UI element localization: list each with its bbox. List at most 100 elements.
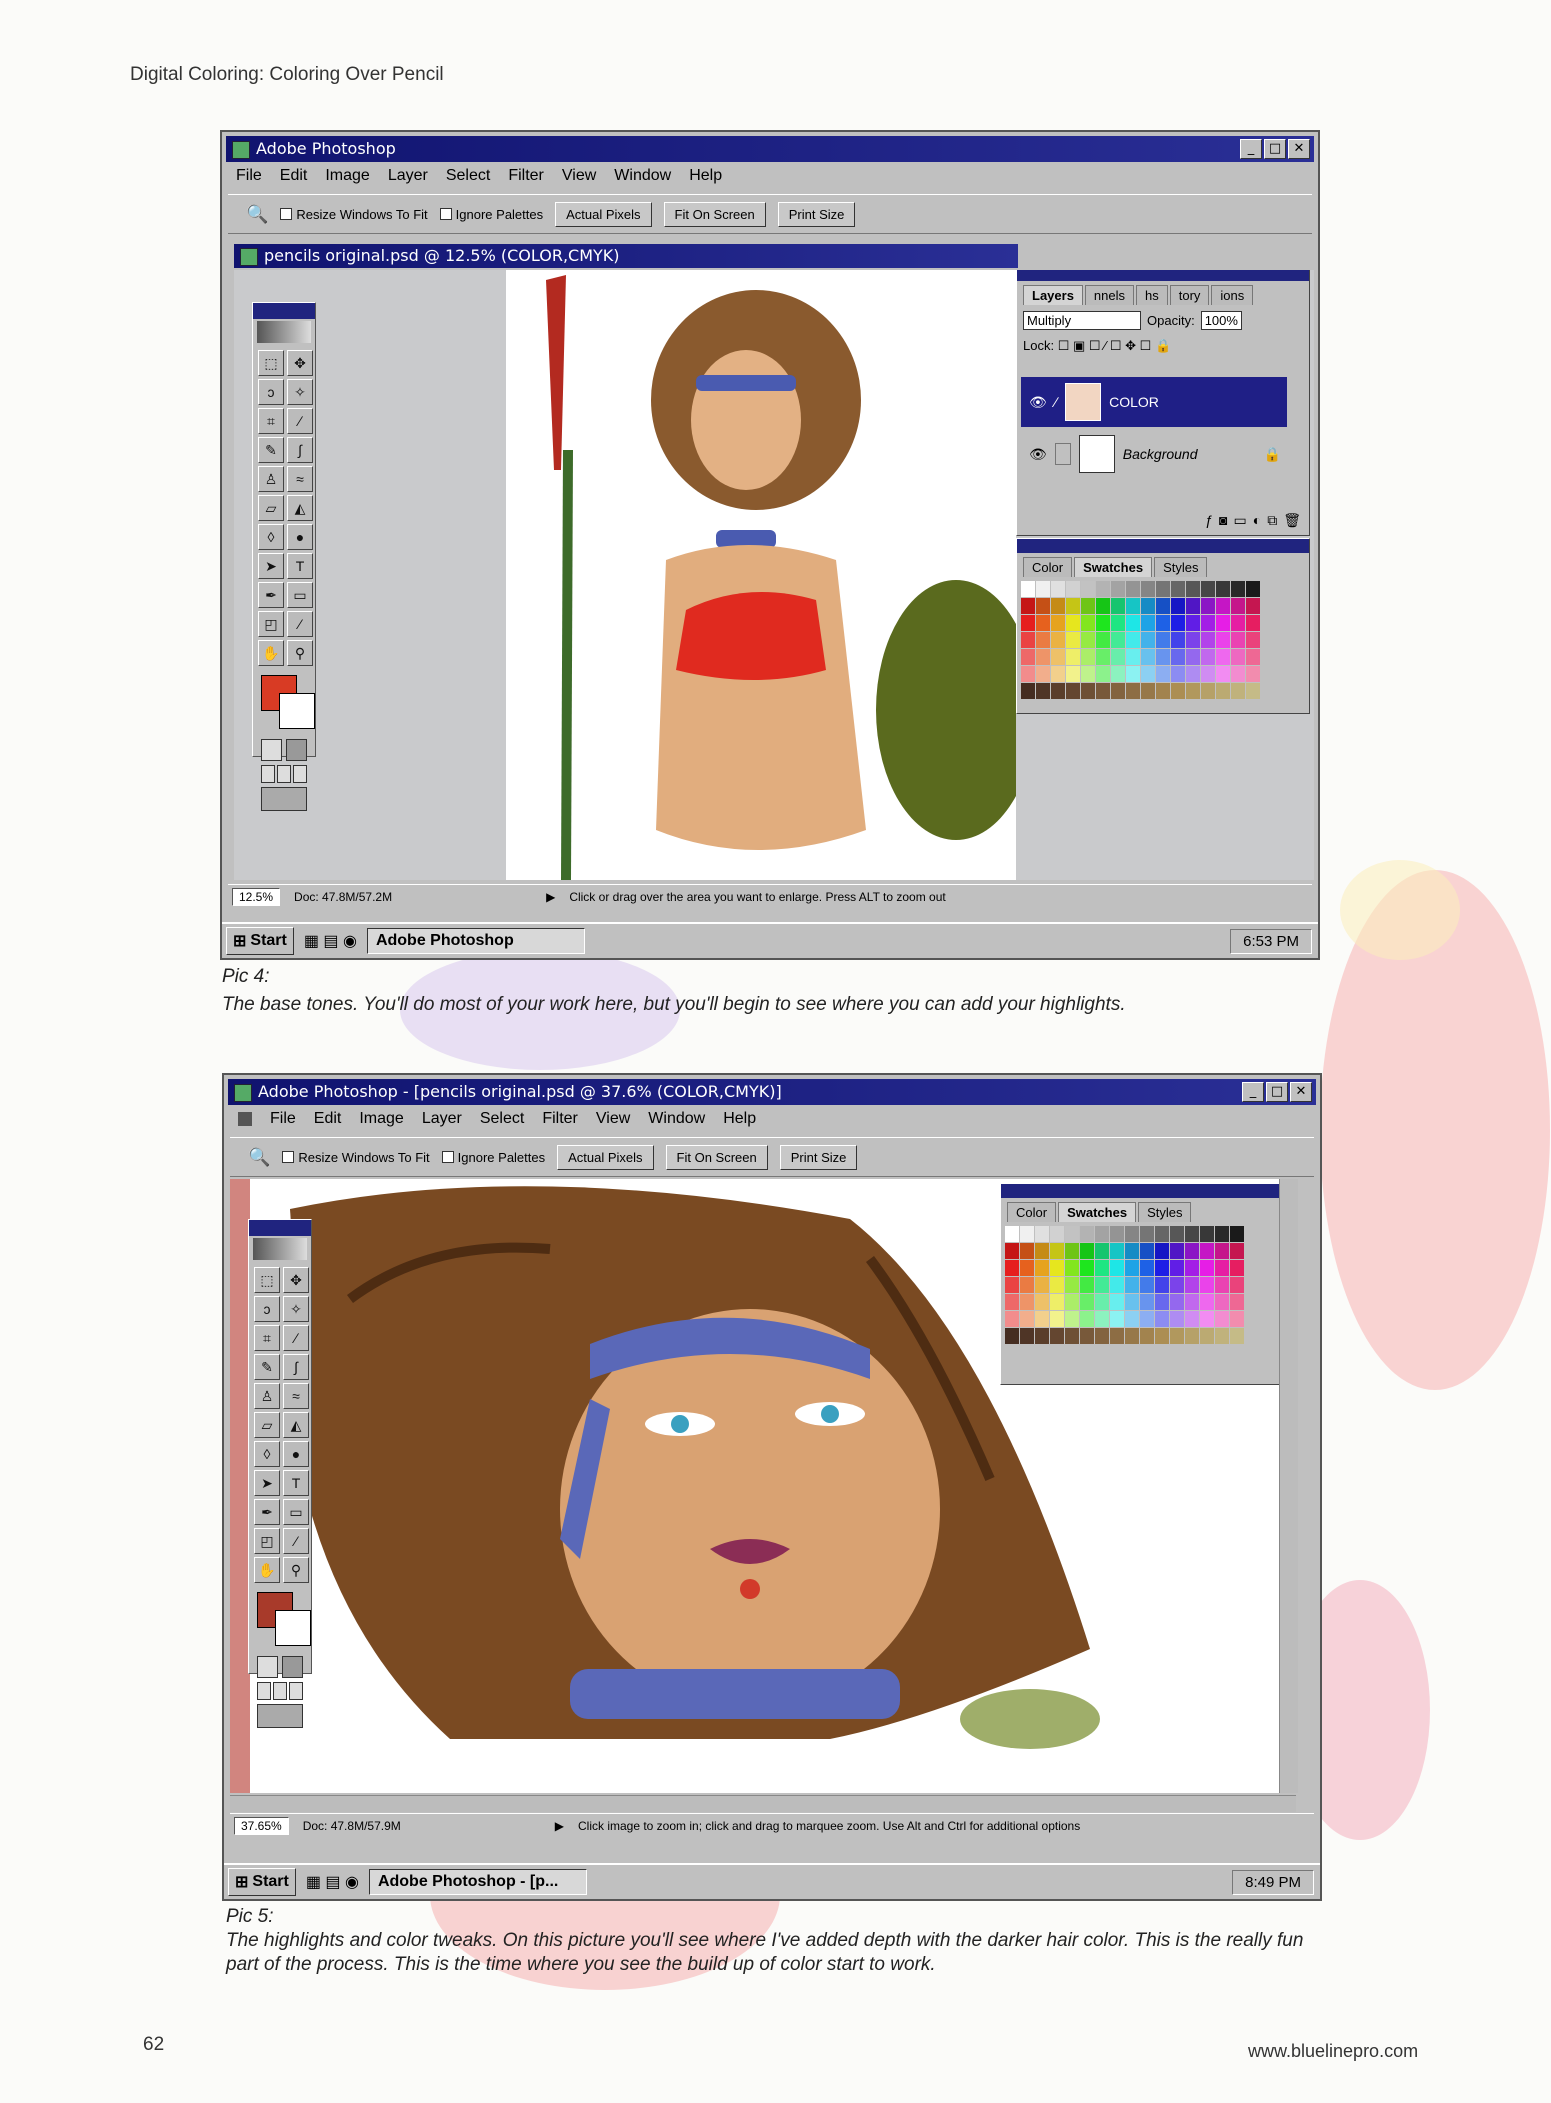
swatch-cell[interactable] [1185,1226,1199,1242]
swatch-cell[interactable] [1035,1294,1049,1310]
swatch-cell[interactable] [1005,1294,1019,1310]
swatch-cell[interactable] [1126,598,1140,614]
resize-windows-checkbox[interactable]: Resize Windows To Fit [282,1150,430,1165]
paint-bucket-tool-icon[interactable]: ◭ [283,1412,309,1438]
swatch-cell[interactable] [1035,1243,1049,1259]
swatch-cell[interactable] [1035,1311,1049,1327]
swatch-cell[interactable] [1051,649,1065,665]
brush-link-icon[interactable]: ∕ [1055,394,1057,410]
eyedropper-tool-icon[interactable]: ⁄ [287,611,313,637]
menu-help[interactable]: Help [723,1110,756,1128]
swatch-cell[interactable] [1065,1294,1079,1310]
menu-edit[interactable]: Edit [314,1110,342,1128]
swatch-cell[interactable] [1110,1277,1124,1293]
color-swatches[interactable] [261,675,315,735]
slice-tool-icon[interactable]: ∕ [283,1325,309,1351]
ignore-palettes-checkbox[interactable]: Ignore Palettes [439,207,543,222]
menu-window[interactable]: Window [614,167,671,185]
swatch-cell[interactable] [1170,1328,1184,1344]
menu-image[interactable]: Image [359,1110,403,1128]
swatch-cell[interactable] [1125,1260,1139,1276]
swatch-cell[interactable] [1005,1328,1019,1344]
swatch-cell[interactable] [1080,1311,1094,1327]
swatch-cell[interactable] [1200,1311,1214,1327]
swatch-cell[interactable] [1230,1328,1244,1344]
swatch-cell[interactable] [1186,598,1200,614]
shape-tool-icon[interactable]: ▭ [283,1499,309,1525]
path-select-tool-icon[interactable]: ➤ [254,1470,280,1496]
swatch-cell[interactable] [1065,1277,1079,1293]
swatch-cell[interactable] [1156,649,1170,665]
swatch-cell[interactable] [1066,649,1080,665]
swatch-cell[interactable] [1050,1328,1064,1344]
swatch-cell[interactable] [1201,666,1215,682]
layer-style-icon[interactable]: ƒ [1205,512,1213,529]
swatch-cell[interactable] [1110,1243,1124,1259]
swatch-cell[interactable] [1096,598,1110,614]
swatch-cell[interactable] [1185,1277,1199,1293]
swatch-cell[interactable] [1186,683,1200,699]
menu-select[interactable]: Select [480,1110,524,1128]
zoom-level-field[interactable]: 12.5% [232,887,281,906]
swatch-cell[interactable] [1036,683,1050,699]
menu-help[interactable]: Help [689,167,722,185]
swatch-cell[interactable] [1050,1277,1064,1293]
background-color-swatch[interactable] [275,1610,311,1646]
swatch-cell[interactable] [1110,1294,1124,1310]
swatch-cell[interactable] [1021,666,1035,682]
swatch-cell[interactable] [1096,683,1110,699]
swatch-cell[interactable] [1156,632,1170,648]
swatch-cell[interactable] [1111,615,1125,631]
path-select-tool-icon[interactable]: ➤ [258,553,284,579]
history-brush-tool-icon[interactable]: ≈ [283,1383,309,1409]
hand-tool-icon[interactable]: ✋ [254,1557,280,1583]
type-tool-icon[interactable]: T [283,1470,309,1496]
actual-pixels-button[interactable]: Actual Pixels [557,1144,654,1170]
swatch-cell[interactable] [1141,598,1155,614]
swatch-cell[interactable] [1065,1243,1079,1259]
swatch-cell[interactable] [1230,1243,1244,1259]
fit-on-screen-button[interactable]: Fit On Screen [665,1144,768,1170]
swatch-cell[interactable] [1066,683,1080,699]
swatch-cell[interactable] [1081,683,1095,699]
swatch-cell[interactable] [1036,615,1050,631]
swatch-cell[interactable] [1021,632,1035,648]
swatch-cell[interactable] [1005,1260,1019,1276]
quickmask-mode-icon[interactable] [282,1656,303,1678]
screen-mode-standard-icon[interactable] [257,1682,271,1700]
swatch-cell[interactable] [1155,1311,1169,1327]
maximize-icon[interactable]: □ [1264,139,1286,159]
swatch-cell[interactable] [1185,1311,1199,1327]
swatch-cell[interactable] [1200,1294,1214,1310]
blend-mode-select[interactable]: Multiply [1023,311,1141,330]
swatch-cell[interactable] [1020,1328,1034,1344]
swatch-cell[interactable] [1021,649,1035,665]
swatch-cell[interactable] [1170,1243,1184,1259]
swatch-cell[interactable] [1216,666,1230,682]
swatch-cell[interactable] [1081,581,1095,597]
swatch-cell[interactable] [1170,1260,1184,1276]
swatch-cell[interactable] [1066,598,1080,614]
swatch-cell[interactable] [1246,581,1260,597]
menu-window[interactable]: Window [648,1110,705,1128]
menu-view[interactable]: View [562,167,596,185]
start-button[interactable]: ⊞ Start [226,927,294,955]
swatch-cell[interactable] [1050,1243,1064,1259]
minimize-icon[interactable]: _ [1242,1082,1264,1102]
swatch-cell[interactable] [1246,683,1260,699]
swatch-cell[interactable] [1141,649,1155,665]
swatch-cell[interactable] [1125,1277,1139,1293]
swatch-cell[interactable] [1066,666,1080,682]
menu-image[interactable]: Image [325,167,369,185]
tab-paths[interactable]: hs [1136,285,1168,305]
swatch-cell[interactable] [1201,683,1215,699]
blur-tool-icon[interactable]: ◊ [254,1441,280,1467]
notes-tool-icon[interactable]: ◰ [254,1528,280,1554]
swatch-cell[interactable] [1156,598,1170,614]
swatch-cell[interactable] [1035,1328,1049,1344]
close-icon[interactable]: ✕ [1288,139,1310,159]
swatch-cell[interactable] [1200,1243,1214,1259]
type-tool-icon[interactable]: T [287,553,313,579]
tab-styles[interactable]: Styles [1154,557,1208,577]
swatch-cell[interactable] [1080,1277,1094,1293]
